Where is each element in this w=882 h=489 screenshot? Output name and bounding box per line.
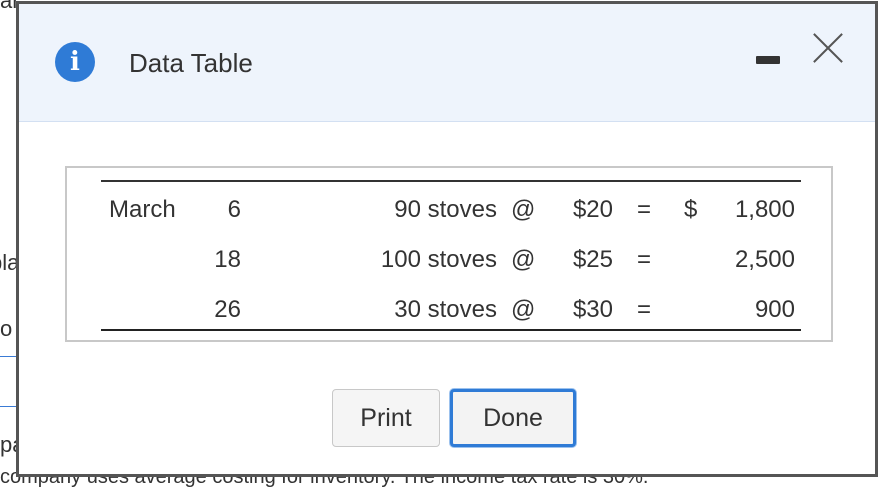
cell-day: 18 xyxy=(214,246,241,273)
cell-day: 26 xyxy=(214,296,241,323)
cell-equals: = xyxy=(637,296,652,323)
table-top-rule xyxy=(101,180,801,182)
dialog-title: Data Table xyxy=(129,48,253,78)
cell-price: $20 xyxy=(572,196,613,223)
data-table-dialog: i Data Table March 6 90 stoves @ $20 = $… xyxy=(16,1,878,477)
cell-quantity: 100 stoves xyxy=(380,246,497,273)
cell-price: $25 xyxy=(572,246,613,273)
cell-quantity: 30 stoves xyxy=(394,296,497,323)
data-table: March 6 90 stoves @ $20 = $ 1,800 18 100… xyxy=(65,166,833,342)
cell-at: @ xyxy=(511,196,536,223)
cell-at: @ xyxy=(511,246,536,273)
cell-dollar: $ xyxy=(684,196,698,223)
table-row: March 6 90 stoves @ $20 = $ 1,800 xyxy=(67,196,833,226)
dialog-header: i Data Table xyxy=(19,4,875,122)
table-bottom-rule xyxy=(101,329,801,331)
cell-quantity: 90 stoves xyxy=(394,196,497,223)
cell-equals: = xyxy=(637,196,652,223)
cell-amount: 900 xyxy=(754,296,795,323)
cell-at: @ xyxy=(511,296,536,323)
cell-price: $30 xyxy=(572,296,613,323)
done-button[interactable]: Done xyxy=(450,389,576,447)
table-row: 26 30 stoves @ $30 = 900 xyxy=(67,296,833,326)
cell-equals: = xyxy=(637,246,652,273)
cell-amount: 2,500 xyxy=(734,246,795,273)
info-icon: i xyxy=(55,42,95,82)
print-button[interactable]: Print xyxy=(332,389,440,447)
cell-month: March xyxy=(109,196,176,223)
minimize-icon[interactable] xyxy=(756,56,780,64)
cell-day: 6 xyxy=(227,196,241,223)
cell-amount: 1,800 xyxy=(734,196,795,223)
background-text-fragment: o xyxy=(0,316,13,341)
close-icon[interactable] xyxy=(812,32,844,64)
table-row: 18 100 stoves @ $25 = 2,500 xyxy=(67,246,833,276)
